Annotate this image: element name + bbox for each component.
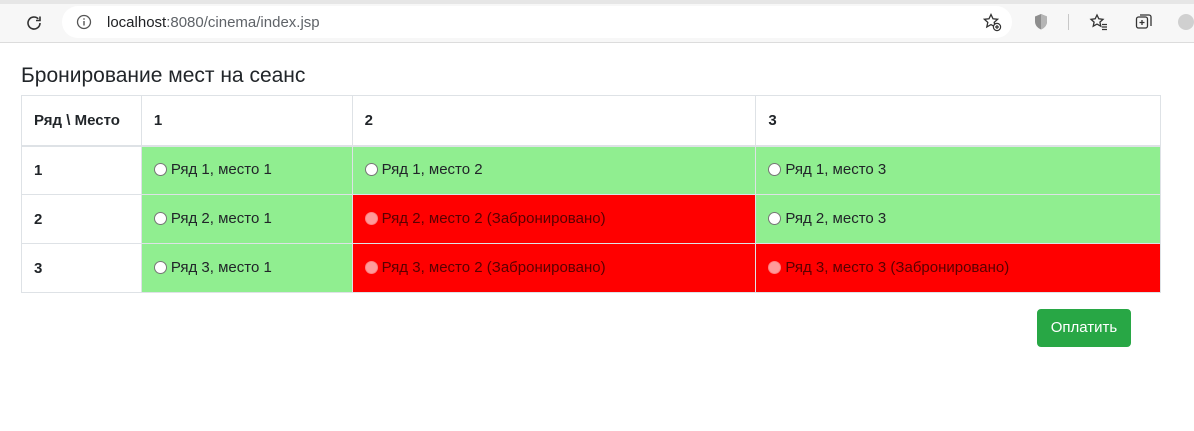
seat-label: Ряд 1, место 1: [170, 160, 272, 178]
corner-header: Ряд \ Место: [21, 95, 142, 147]
seat-cell: Ряд 2, место 3: [755, 194, 1161, 244]
seat-cell: Ряд 3, место 1: [140, 243, 353, 293]
row-header: 2: [21, 194, 142, 244]
seat-radio[interactable]: [364, 162, 378, 176]
seat-label: Ряд 2, место 2 (Забронировано): [381, 209, 606, 227]
seat-radio-disabled: [364, 260, 378, 274]
seat-option[interactable]: Ряд 2, место 3: [768, 210, 886, 227]
table-row: 3 Ряд 3, место 1 Ряд 3, место 2 (Заброни…: [21, 243, 1161, 293]
row-header: 1: [21, 145, 142, 195]
seat-cell: Ряд 2, место 1: [140, 194, 353, 244]
seat-label: Ряд 2, место 1: [170, 209, 272, 227]
seat-option[interactable]: Ряд 1, место 3: [768, 161, 886, 178]
seat-radio[interactable]: [153, 211, 167, 225]
info-icon[interactable]: [76, 14, 92, 30]
seat-radio-disabled: [364, 211, 378, 225]
table-header-row: Ряд \ Место 1 2 3: [21, 95, 1161, 147]
browser-toolbar: localhost:8080/cinema/index.jsp: [0, 0, 1194, 43]
favorites-icon[interactable]: [1089, 12, 1109, 32]
seat-option-disabled: Ряд 2, место 2 (Забронировано): [364, 209, 606, 227]
seat-cell-booked: Ряд 2, место 2 (Забронировано): [351, 194, 757, 244]
seat-table: Ряд \ Место 1 2 3 1 Ряд 1, место 1 Ряд 1…: [21, 95, 1161, 293]
seat-label: Ряд 3, место 1: [170, 258, 272, 276]
seat-radio-disabled: [768, 260, 782, 274]
seat-radio[interactable]: [153, 162, 167, 176]
seat-cell: Ряд 1, место 1: [140, 145, 353, 195]
seat-option[interactable]: Ряд 3, место 1: [153, 258, 272, 276]
toolbar-divider: [1068, 14, 1069, 30]
seat-radio[interactable]: [153, 260, 167, 274]
seat-label: Ряд 3, место 2 (Забронировано): [381, 258, 606, 276]
url-path: :8080/cinema/index.jsp: [166, 14, 320, 31]
profile-icon[interactable]: [1176, 12, 1194, 32]
reload-button[interactable]: [20, 9, 48, 37]
seat-option[interactable]: Ряд 2, место 1: [153, 209, 272, 227]
seat-label: Ряд 1, место 2: [381, 160, 483, 178]
collections-icon[interactable]: [1134, 12, 1154, 32]
seat-label: Ряд 2, место 3: [785, 209, 887, 227]
seat-option[interactable]: Ряд 1, место 2: [364, 160, 483, 178]
seat-option[interactable]: Ряд 1, место 1: [153, 160, 272, 178]
column-header-3: 3: [755, 95, 1161, 147]
address-bar[interactable]: localhost:8080/cinema/index.jsp: [62, 6, 1012, 38]
page-title: Бронирование мест на сеанс: [21, 64, 306, 87]
seat-label: Ряд 1, место 3: [785, 160, 887, 178]
table-row: 1 Ряд 1, место 1 Ряд 1, место 2 Ряд 1, м…: [21, 145, 1161, 195]
seat-cell-booked: Ряд 3, место 3 (Забронировано): [755, 243, 1161, 293]
row-header: 3: [21, 243, 142, 293]
seat-radio[interactable]: [768, 162, 782, 176]
seat-label: Ряд 3, место 3 (Забронировано): [785, 258, 1010, 276]
url-text[interactable]: localhost:8080/cinema/index.jsp: [107, 14, 320, 31]
seat-option-disabled: Ряд 3, место 2 (Забронировано): [364, 258, 606, 276]
tab-strip-edge: [0, 0, 1194, 4]
seat-cell: Ряд 1, место 2: [351, 145, 757, 195]
reload-icon: [27, 16, 41, 30]
seat-radio[interactable]: [768, 211, 782, 225]
add-favorite-icon[interactable]: [982, 12, 1002, 32]
table-row: 2 Ряд 2, место 1 Ряд 2, место 2 (Заброни…: [21, 194, 1161, 244]
pay-button[interactable]: Оплатить: [1037, 309, 1131, 347]
seat-cell-booked: Ряд 3, место 2 (Забронировано): [351, 243, 757, 293]
column-header-1: 1: [140, 95, 353, 147]
seat-cell: Ряд 1, место 3: [755, 145, 1161, 195]
shield-icon[interactable]: [1031, 12, 1051, 32]
url-host: localhost: [107, 14, 167, 31]
column-header-2: 2: [351, 95, 757, 147]
seat-option-disabled: Ряд 3, место 3 (Забронировано): [768, 259, 1009, 276]
